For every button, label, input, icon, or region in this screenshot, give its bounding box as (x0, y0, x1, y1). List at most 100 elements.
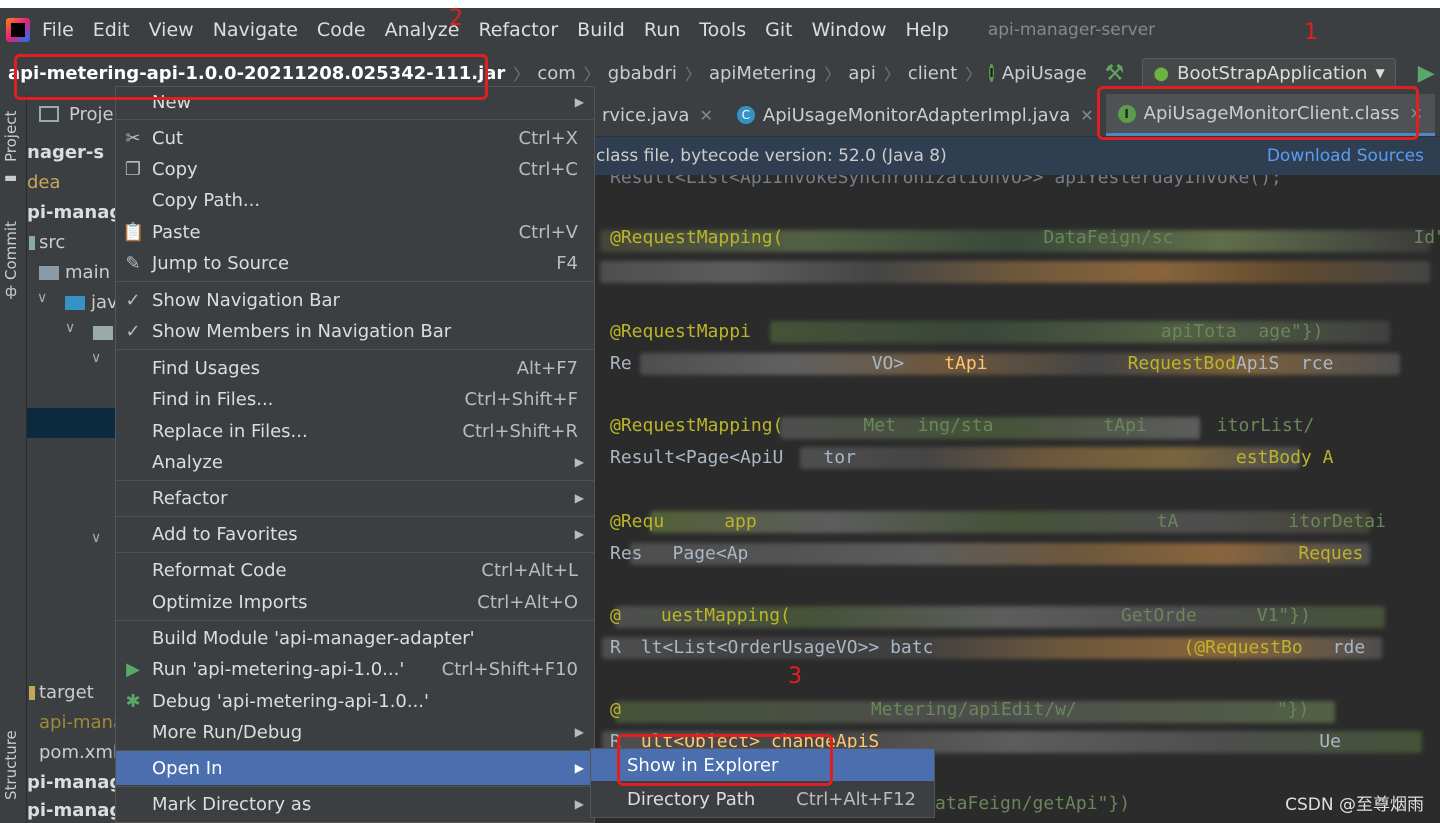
menu-item-optimize-imports[interactable]: Optimize Imports Ctrl+Alt+O (116, 587, 594, 617)
menu-item-reformat-code[interactable]: Reformat Code Ctrl+Alt+L (116, 555, 594, 585)
tree-node[interactable]: pi-manage (27, 772, 117, 793)
menu-item-show-navigation-bar[interactable]: ✓ Show Navigation Bar (116, 285, 594, 315)
download-sources-link[interactable]: Download Sources (1267, 146, 1424, 166)
project-view-icon (39, 106, 59, 122)
menu-item-copy-path[interactable]: Copy Path... (116, 185, 594, 215)
menu-item-directory-path[interactable]: Directory Path Ctrl+Alt+F12 (591, 783, 934, 815)
folder-icon (39, 266, 59, 280)
chevron-down-icon[interactable]: ∨ (65, 320, 75, 336)
tab-adapter-impl[interactable]: C ApiUsageMonitorAdapterImpl.java ✕ (725, 94, 1106, 136)
menu-file[interactable]: File (42, 19, 74, 41)
folder-icon (65, 296, 85, 310)
tab-service[interactable]: rvice.java ✕ (590, 94, 725, 136)
tree-node-pom[interactable]: pom.xml (39, 742, 117, 763)
menu-help[interactable]: Help (905, 19, 948, 41)
paste-icon: 📋 (122, 221, 145, 243)
tree-node[interactable]: pi-manag (27, 800, 117, 821)
menu-item-refactor[interactable]: Refactor ▶ (116, 483, 594, 513)
class-icon: C (736, 106, 755, 124)
copy-icon: ❐ (124, 158, 142, 180)
menu-item-paste[interactable]: 📋 Paste Ctrl+V (116, 217, 594, 247)
breadcrumb-apimetering[interactable]: apiMetering (709, 63, 816, 84)
tree-node[interactable]: api-mana (39, 712, 117, 733)
close-icon[interactable]: ✕ (699, 106, 712, 125)
menu-item-more-run-debug[interactable]: More Run/Debug ▶ (116, 717, 594, 747)
chevron-down-icon[interactable]: ∨ (91, 530, 101, 546)
code-line: @ uestMapping(GetOrde V1"}) (610, 605, 1311, 626)
structure-tool-button[interactable]: Structure (2, 730, 20, 800)
menu-refactor[interactable]: Refactor (478, 19, 558, 41)
menu-item-run[interactable]: ▶ Run 'api-metering-api-1.0...' Ctrl+Shift… (116, 654, 594, 684)
breadcrumb-gbabdri[interactable]: gbabdri (608, 63, 677, 84)
breadcrumb-separator-icon: 〉 (883, 65, 900, 84)
menu-item-jump-to-source[interactable]: ✎ Jump to Source F4 (116, 248, 594, 278)
run-configuration-select[interactable]: ● BootStrapApplication ▼ (1142, 57, 1396, 89)
menu-run[interactable]: Run (644, 19, 680, 41)
menu-edit[interactable]: Edit (93, 19, 130, 41)
banner-message: class file, bytecode version: 52.0 (Java… (596, 146, 947, 166)
submenu-arrow-icon: ▶ (574, 797, 584, 811)
menu-item-show-members[interactable]: ✓ Show Members in Navigation Bar (116, 316, 594, 346)
menu-item-open-in[interactable]: Open In ▶ (116, 751, 594, 785)
cut-icon: ✂ (125, 127, 141, 149)
tree-node[interactable]: dea (27, 172, 61, 193)
window-top-edge (0, 0, 1440, 8)
menu-navigate[interactable]: Navigate (213, 19, 298, 41)
commit-tool-button[interactable]: Commit (2, 221, 20, 280)
chevron-down-icon[interactable]: ∨ (91, 350, 101, 366)
tree-node-main[interactable]: main (65, 262, 110, 283)
menu-tools[interactable]: Tools (699, 19, 746, 41)
breadcrumb-apiusage[interactable]: ApiUsage (1002, 63, 1087, 84)
menu-item-analyze[interactable]: Analyze ▶ (116, 447, 594, 477)
menu-view[interactable]: View (149, 19, 194, 41)
package-icon (93, 326, 113, 340)
tab-overflow[interactable]: C (1435, 94, 1440, 136)
menu-item-cut[interactable]: ✂ Cut Ctrl+X (116, 123, 594, 153)
code-line: Re VO> tApi RequestBodApiS rce (610, 353, 1334, 374)
breadcrumb-separator-icon: 〉 (965, 65, 982, 84)
menu-git[interactable]: Git (765, 19, 792, 41)
left-tool-strip: Project ▬ Commit ф Structure (0, 94, 27, 823)
selected-tree-row[interactable] (27, 408, 117, 438)
menu-item-debug[interactable]: ✱ Debug 'api-metering-api-1.0...' (116, 686, 594, 716)
menu-item-add-to-favorites[interactable]: Add to Favorites ▶ (116, 519, 594, 549)
project-panel-header[interactable]: Proje (69, 104, 114, 125)
debug-icon: ✱ (125, 690, 141, 712)
code-editor[interactable]: Result<List<ApiInvokeSynchronizationVO>>… (590, 175, 1440, 823)
close-icon[interactable]: ✕ (1080, 106, 1093, 125)
submenu-arrow-icon: ▶ (574, 725, 584, 739)
code-line: Result<Page<ApiU tor estBody A (610, 447, 1334, 468)
breadcrumb-separator-icon: 〉 (684, 65, 701, 84)
menu-item-build-module[interactable]: Build Module 'api-manager-adapter' (116, 623, 594, 653)
menu-item-copy[interactable]: ❐ Copy Ctrl+C (116, 154, 594, 184)
menu-code[interactable]: Code (317, 19, 366, 41)
code-line: Result<List<ApiInvokeSynchronizationVO>>… (610, 175, 1282, 188)
menu-item-find-in-files[interactable]: Find in Files... Ctrl+Shift+F (116, 384, 594, 414)
submenu-arrow-icon: ▶ (574, 527, 584, 541)
annotation-number-1: 1 (1304, 20, 1318, 45)
tree-node-target[interactable]: target (39, 682, 94, 703)
code-line: @ Metering/apiEdit/w/"}) (610, 699, 1310, 720)
breadcrumb-client[interactable]: client (908, 63, 957, 84)
menu-item-replace-in-files[interactable]: Replace in Files... Ctrl+Shift+R (116, 416, 594, 446)
breadcrumb-separator-icon: 〉 (824, 65, 841, 84)
decompiled-banner: class file, bytecode version: 52.0 (Java… (590, 137, 1440, 175)
menu-item-find-usages[interactable]: Find Usages Alt+F7 (116, 353, 594, 383)
build-hammer-icon[interactable]: ⚒ (1105, 61, 1125, 86)
menu-window[interactable]: Window (812, 19, 887, 41)
tree-node-java[interactable]: jav (91, 292, 117, 313)
menu-build[interactable]: Build (577, 19, 625, 41)
menu-item-mark-directory-as[interactable]: Mark Directory as ▶ (116, 789, 594, 819)
chevron-down-icon[interactable]: ∨ (37, 290, 47, 306)
annotation-number-3: 3 (788, 664, 802, 689)
tree-node-src[interactable]: src (39, 232, 65, 253)
project-tool-button[interactable]: Project (2, 111, 20, 162)
breadcrumb-com[interactable]: com (537, 63, 575, 84)
run-icon[interactable]: ▶ (1418, 61, 1435, 86)
tree-node[interactable]: pi-manag (27, 202, 117, 223)
menu-separator (116, 281, 594, 282)
breadcrumb-api[interactable]: api (848, 63, 875, 84)
folder-icon (29, 686, 35, 700)
tree-node[interactable]: nager-s (27, 142, 104, 163)
code-line: @Requ app tA itorDetai (610, 511, 1386, 532)
